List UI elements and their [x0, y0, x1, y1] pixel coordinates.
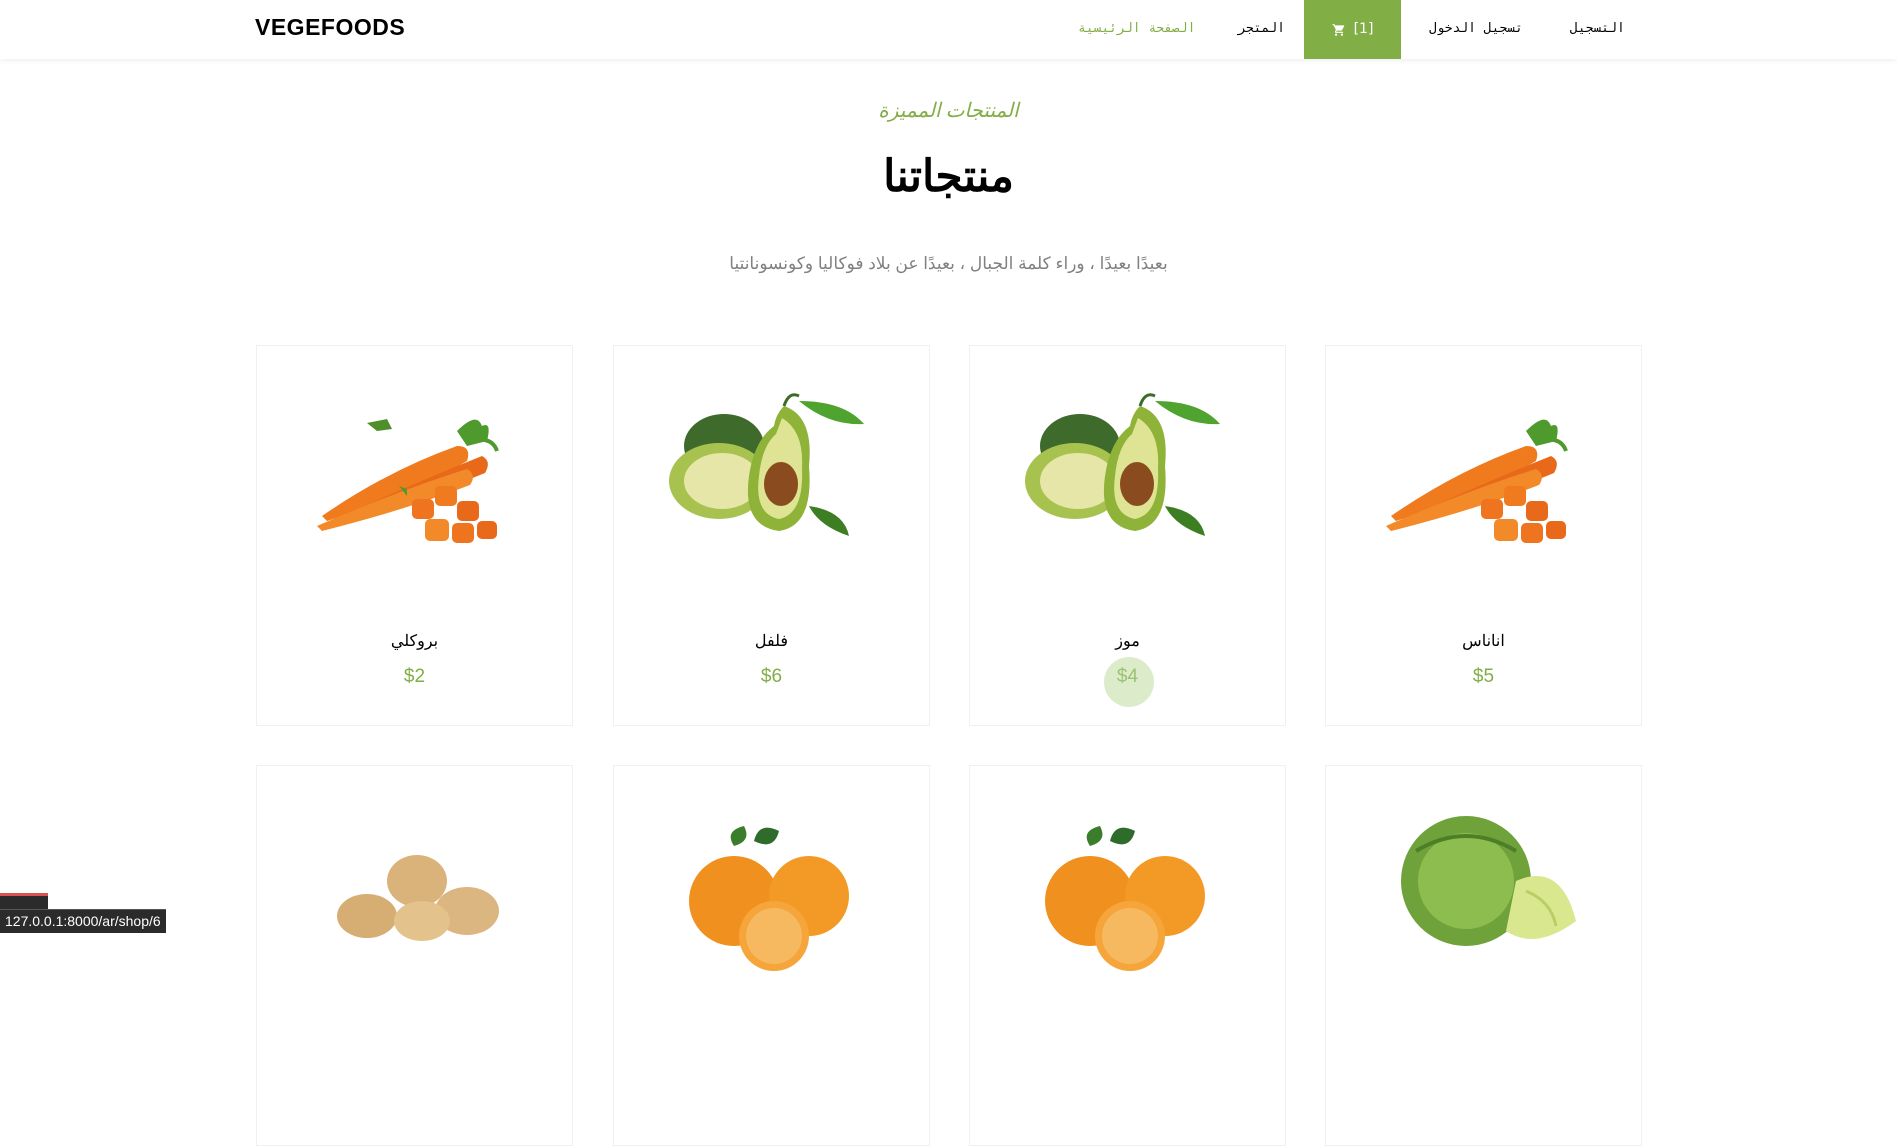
nav-register-link[interactable]: التسجيل: [1570, 0, 1625, 59]
product-name: اناناس: [1462, 633, 1505, 650]
product-image-cabbage: [1401, 816, 1576, 946]
product-image-carrots: [317, 419, 499, 543]
section-heading: منتجاتنا: [883, 152, 1014, 201]
brand-logo[interactable]: VEGEFOODS: [255, 14, 405, 41]
section-lead: بعيدًا بعيدًا ، وراء كلمة الجبال ، بعيدً…: [729, 254, 1168, 273]
product-card[interactable]: [1325, 765, 1642, 1146]
product-price: $4: [1116, 666, 1139, 687]
product-price: $5: [1472, 666, 1495, 687]
product-card[interactable]: [256, 765, 573, 1146]
product-price: $2: [403, 666, 426, 687]
cart-count: [1]: [1353, 21, 1374, 37]
nav-shop-link[interactable]: المتجر: [1238, 0, 1285, 59]
product-card[interactable]: بروكلي $2: [256, 345, 573, 726]
product-card[interactable]: اناناس $5: [1325, 345, 1642, 726]
product-card[interactable]: [969, 765, 1286, 1146]
product-image-oranges: [689, 826, 849, 971]
nav-cart-button[interactable]: [1]: [1304, 0, 1401, 59]
product-image-potatoes: [337, 855, 499, 941]
product-card[interactable]: [613, 765, 930, 1146]
product-name: فلفل: [754, 633, 789, 650]
nav-home-link[interactable]: الصفحة الرئيسية: [1078, 0, 1195, 59]
product-price: $6: [760, 666, 783, 687]
product-image-oranges: [1045, 826, 1205, 971]
section-subheading: المنتجات المميزة: [878, 100, 1019, 122]
product-card[interactable]: $4 موز: [969, 345, 1286, 726]
product-name: موز: [1115, 633, 1140, 650]
nav-login-link[interactable]: تسجيل الدخول: [1429, 0, 1523, 59]
navbar: VEGEFOODS الصفحة الرئيسية المتجر [1] تسج…: [0, 0, 1897, 59]
product-image-avocado: [669, 393, 864, 536]
product-name: بروكلي: [390, 633, 439, 650]
cart-icon: [1332, 23, 1344, 36]
product-image-avocado: [1025, 393, 1220, 536]
product-image-carrots: [1386, 419, 1568, 543]
product-card[interactable]: فلفل $6: [613, 345, 930, 726]
statusbar-url: 127.0.0.1:8000/ar/shop/6: [0, 909, 166, 933]
